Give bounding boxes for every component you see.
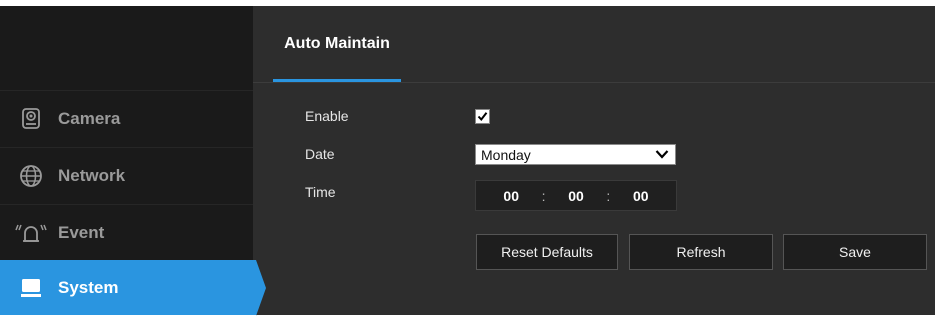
monitor-icon: [14, 275, 48, 301]
sidebar-item-label: System: [58, 277, 119, 297]
time-separator: :: [541, 187, 546, 204]
time-second-input[interactable]: 00: [629, 188, 653, 204]
enable-label: Enable: [305, 108, 349, 124]
time-hour-input[interactable]: 00: [499, 188, 523, 204]
tab-active-indicator: [273, 79, 401, 82]
app-frame: Camera Network Event System Auto Maintai…: [0, 6, 935, 316]
date-label: Date: [305, 146, 335, 162]
sidebar-item-label: Network: [58, 166, 126, 185]
tab-auto-maintain[interactable]: Auto Maintain: [273, 6, 401, 82]
save-button[interactable]: Save: [783, 234, 927, 270]
time-input: 00 : 00 : 00: [475, 180, 677, 211]
alarm-icon: [14, 220, 48, 246]
refresh-button[interactable]: Refresh: [629, 234, 773, 270]
sidebar-item-network[interactable]: Network: [0, 147, 253, 204]
sidebar-item-event[interactable]: Event: [0, 204, 253, 261]
sidebar-header: [0, 6, 253, 90]
camera-icon: [14, 106, 48, 132]
sidebar-item-camera[interactable]: Camera: [0, 90, 253, 147]
enable-checkbox[interactable]: [475, 109, 490, 124]
reset-defaults-button[interactable]: Reset Defaults: [476, 234, 618, 270]
globe-icon: [14, 163, 48, 189]
time-separator: :: [606, 187, 611, 204]
time-minute-input[interactable]: 00: [564, 188, 588, 204]
main-panel: Auto Maintain Enable Date Monday Time 00…: [253, 6, 935, 315]
time-label: Time: [305, 184, 336, 200]
checkmark-icon: [477, 112, 488, 122]
sidebar: Camera Network Event System: [0, 6, 266, 316]
sidebar-item-label: Camera: [58, 109, 121, 128]
tab-bar: Auto Maintain: [253, 6, 935, 83]
sidebar-item-system[interactable]: System: [0, 260, 266, 316]
date-select-value: Monday: [481, 146, 531, 163]
chevron-down-icon: [655, 150, 669, 159]
sidebar-item-label: Event: [58, 223, 105, 242]
date-select[interactable]: Monday: [475, 144, 676, 165]
